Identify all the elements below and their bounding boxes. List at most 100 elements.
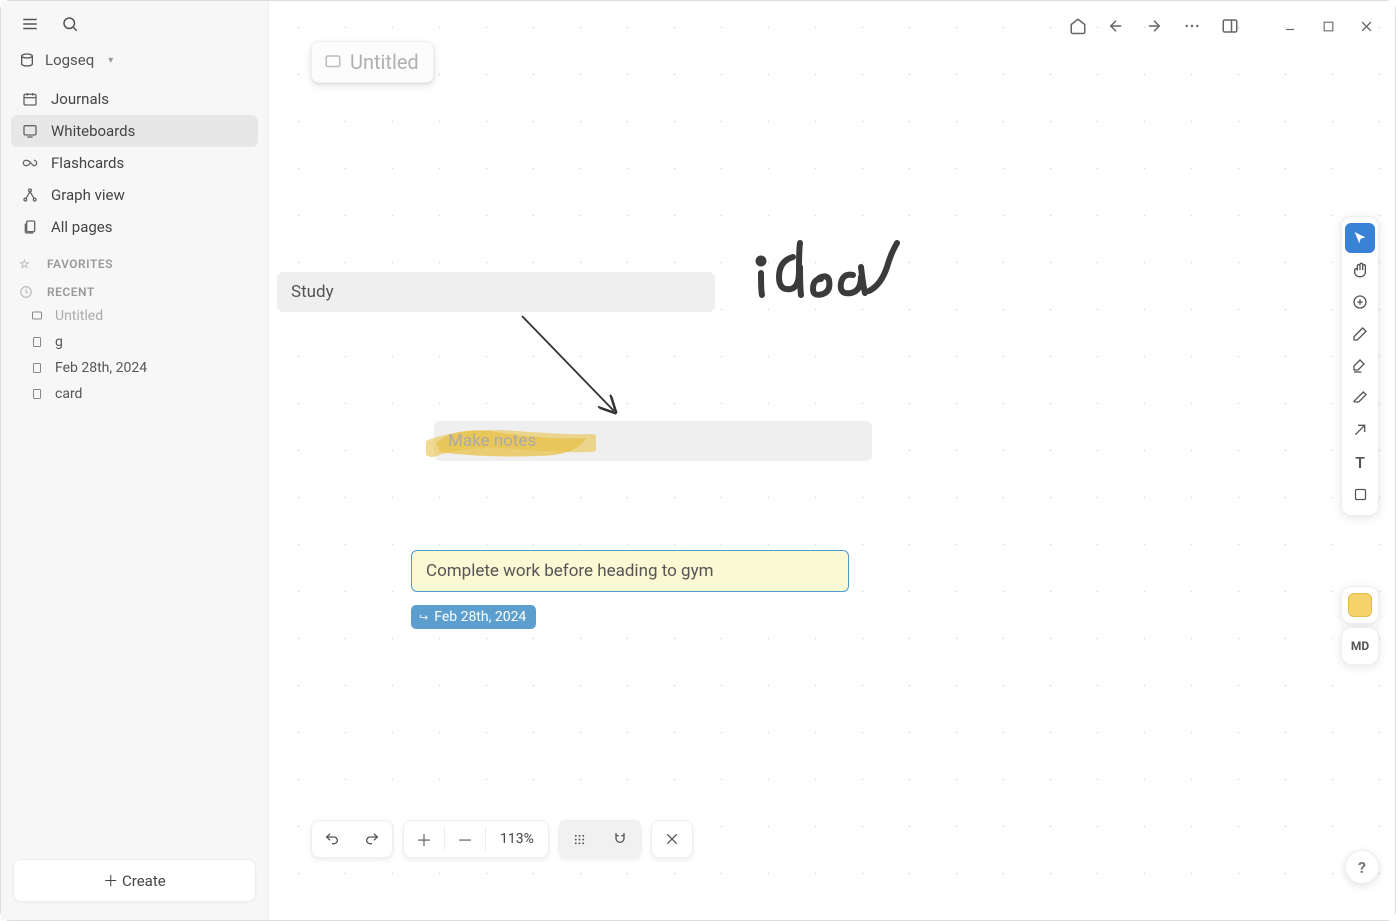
help-button[interactable]: ? xyxy=(1345,850,1379,884)
search-button[interactable] xyxy=(57,11,83,37)
toggle-snap-button[interactable] xyxy=(600,821,640,857)
graph-name: Logseq xyxy=(45,51,94,69)
tool-highlight[interactable] xyxy=(1345,351,1375,381)
pencil-icon xyxy=(1352,326,1368,342)
connector-arrow[interactable] xyxy=(514,311,634,431)
arrow-right-icon xyxy=(1145,17,1163,35)
redo-icon xyxy=(364,831,380,847)
nav-forward-button[interactable] xyxy=(1139,11,1169,41)
header-controls xyxy=(1063,11,1381,41)
tool-eraser[interactable] xyxy=(1345,383,1375,413)
home-button[interactable] xyxy=(1063,11,1093,41)
recent-item[interactable]: Feb 28th, 2024 xyxy=(1,355,268,381)
right-sidebar-toggle[interactable] xyxy=(1215,11,1245,41)
nav-flashcards[interactable]: Flashcards xyxy=(11,147,258,179)
recent-item[interactable]: card xyxy=(1,381,268,407)
page-reference-chip[interactable]: ↪ Feb 28th, 2024 xyxy=(411,605,536,629)
recent-header[interactable]: RECENT xyxy=(1,275,268,303)
text-icon: T xyxy=(1355,453,1365,472)
toggle-grid-button[interactable] xyxy=(560,821,600,857)
search-icon xyxy=(61,15,79,33)
maximize-icon xyxy=(1322,20,1335,33)
tool-select[interactable] xyxy=(1345,223,1375,253)
tool-draw[interactable] xyxy=(1345,319,1375,349)
whiteboard-title[interactable]: Untitled xyxy=(311,41,434,83)
plus-icon: ＋ xyxy=(416,827,432,851)
eraser-icon xyxy=(1352,390,1368,406)
color-swatch xyxy=(1348,593,1372,617)
infinity-icon xyxy=(21,155,39,171)
undo-icon xyxy=(324,831,340,847)
create-button[interactable]: ＋ Create xyxy=(13,859,256,902)
window-minimize[interactable] xyxy=(1275,11,1305,41)
whiteboard-title-text: Untitled xyxy=(350,50,419,74)
star-icon: ☆ xyxy=(19,257,37,271)
home-icon xyxy=(1069,17,1087,35)
nav-back-button[interactable] xyxy=(1101,11,1131,41)
pages-icon xyxy=(21,219,39,235)
tool-connector[interactable] xyxy=(1345,415,1375,445)
window-close[interactable] xyxy=(1351,11,1381,41)
tool-add-block[interactable] xyxy=(1345,287,1375,317)
primary-nav: Journals Whiteboards Flashcards Graph vi… xyxy=(1,79,268,247)
question-icon: ? xyxy=(1358,858,1366,877)
highlighter-icon xyxy=(1352,358,1368,374)
panel-icon xyxy=(1221,17,1239,35)
tool-text[interactable]: T xyxy=(1345,447,1375,477)
sticky-note-task[interactable]: Complete work before heading to gym xyxy=(411,550,849,592)
cursor-icon xyxy=(1352,230,1368,246)
page-icon xyxy=(31,362,45,374)
chevron-down-icon: ▾ xyxy=(108,55,113,66)
more-button[interactable] xyxy=(1177,11,1207,41)
zoom-level[interactable]: 113% xyxy=(486,831,548,847)
text-node-study[interactable]: Study xyxy=(277,272,715,312)
minus-icon: － xyxy=(457,827,473,851)
arrow-diag-icon xyxy=(1352,422,1368,438)
zoom-out-button[interactable]: － xyxy=(445,821,485,857)
square-icon xyxy=(1353,487,1368,502)
undo-button[interactable] xyxy=(312,821,352,857)
whiteboard-icon xyxy=(324,53,342,71)
grid-dots-icon xyxy=(572,832,587,847)
clock-icon xyxy=(19,285,37,299)
toggle-locked-button[interactable] xyxy=(652,821,692,857)
tool-panel: T xyxy=(1341,216,1379,516)
hamburger-icon xyxy=(21,15,39,33)
graph-icon xyxy=(21,187,39,203)
text-node-make-notes[interactable]: Make notes xyxy=(434,421,872,461)
handwriting-idea[interactable] xyxy=(749,231,919,311)
mode-chip[interactable]: MD xyxy=(1341,627,1379,665)
minimize-icon xyxy=(1283,19,1297,33)
plus-icon: ＋ xyxy=(103,872,122,890)
link-icon: ↪ xyxy=(419,611,428,624)
calendar-icon xyxy=(21,91,39,107)
graph-selector[interactable]: Logseq ▾ xyxy=(1,41,268,79)
recent-item[interactable]: Untitled xyxy=(1,303,268,329)
redo-button[interactable] xyxy=(352,821,392,857)
whiteboard-canvas[interactable]: Untitled Study Make notes Complete work … xyxy=(269,1,1395,920)
color-picker[interactable] xyxy=(1341,586,1379,624)
magnet-icon xyxy=(612,831,628,847)
recent-item[interactable]: g xyxy=(1,329,268,355)
page-icon xyxy=(31,388,45,400)
nav-graph-view[interactable]: Graph view xyxy=(11,179,258,211)
tool-shape[interactable] xyxy=(1345,479,1375,509)
crossed-tools-icon xyxy=(664,831,680,847)
close-icon xyxy=(1359,19,1374,34)
window-maximize[interactable] xyxy=(1313,11,1343,41)
zoom-in-button[interactable]: ＋ xyxy=(404,821,444,857)
page-icon xyxy=(31,336,45,348)
dots-icon xyxy=(1183,17,1201,35)
zoom-bar: ＋ － 113% xyxy=(311,820,693,858)
favorites-header[interactable]: ☆ FAVORITES xyxy=(1,247,268,275)
sidebar: Logseq ▾ Journals Whiteboards Flashcards… xyxy=(1,1,269,920)
nav-whiteboards[interactable]: Whiteboards xyxy=(11,115,258,147)
database-icon xyxy=(19,52,35,68)
nav-journals[interactable]: Journals xyxy=(11,83,258,115)
hand-icon xyxy=(1352,262,1368,278)
menu-toggle-button[interactable] xyxy=(17,11,43,37)
plus-circle-icon xyxy=(1352,294,1368,310)
tool-pan[interactable] xyxy=(1345,255,1375,285)
nav-all-pages[interactable]: All pages xyxy=(11,211,258,243)
arrow-left-icon xyxy=(1107,17,1125,35)
